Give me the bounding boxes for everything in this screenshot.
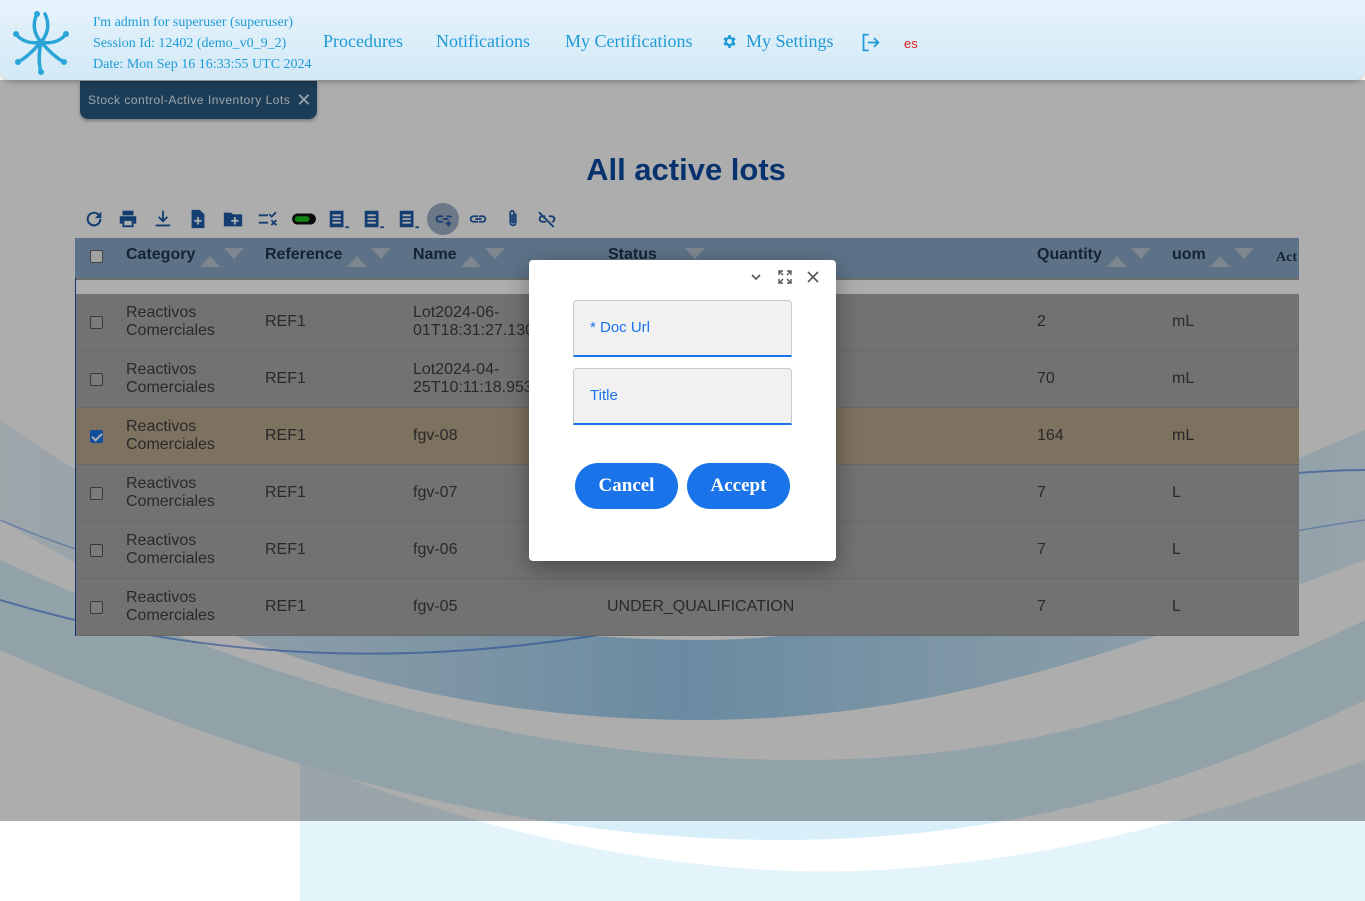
session-id: Session Id: 12402 (demo_v0_9_2) bbox=[93, 36, 287, 51]
cancel-button[interactable]: Cancel bbox=[575, 463, 678, 509]
nav-procedures[interactable]: Procedures bbox=[323, 31, 403, 52]
title-field[interactable]: Title bbox=[573, 368, 792, 425]
app-logo-icon bbox=[13, 11, 69, 75]
nav-notifications[interactable]: Notifications bbox=[436, 31, 530, 52]
doc-url-input[interactable] bbox=[574, 301, 791, 355]
logout-icon[interactable] bbox=[860, 32, 881, 53]
language-switch[interactable]: es bbox=[904, 36, 918, 51]
title-input[interactable] bbox=[574, 369, 791, 423]
session-date: Date: Mon Sep 16 16:33:55 UTC 2024 bbox=[93, 57, 312, 72]
fullscreen-icon[interactable] bbox=[777, 269, 793, 285]
session-info: I'm admin for superuser (superuser) Sess… bbox=[93, 12, 312, 75]
close-icon[interactable] bbox=[805, 269, 821, 285]
app-window: I'm admin for superuser (superuser) Sess… bbox=[0, 0, 1365, 901]
doc-url-field[interactable]: * Doc Url bbox=[573, 300, 792, 357]
chevron-down-icon[interactable] bbox=[748, 269, 764, 285]
top-bar: I'm admin for superuser (superuser) Sess… bbox=[0, 0, 1365, 80]
nav-my-certifications[interactable]: My Certifications bbox=[565, 31, 692, 52]
nav-my-settings-label: My Settings bbox=[746, 31, 834, 51]
gear-icon bbox=[723, 35, 736, 48]
nav-my-settings[interactable]: My Settings bbox=[721, 31, 834, 52]
add-document-link-dialog: * Doc Url Title Cancel Accept bbox=[529, 260, 836, 561]
accept-button[interactable]: Accept bbox=[687, 463, 790, 509]
session-user: I'm admin for superuser (superuser) bbox=[93, 15, 294, 30]
